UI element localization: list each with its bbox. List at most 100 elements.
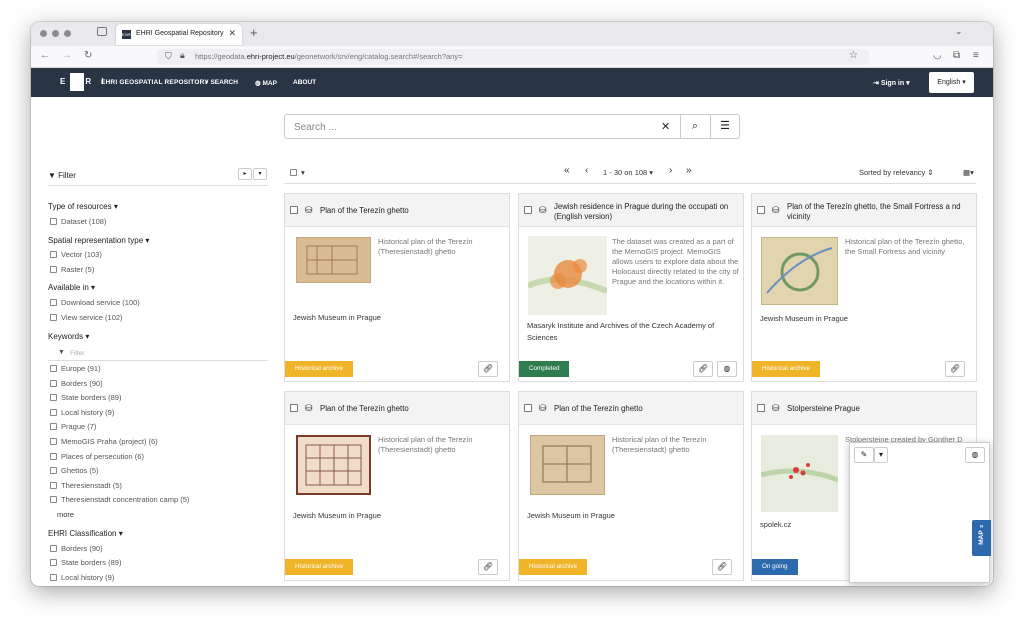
filter-option[interactable]: State borders (89) xyxy=(50,393,121,402)
filter-option[interactable]: MemoGIS Praha (project) (6) xyxy=(50,437,158,446)
checkbox[interactable] xyxy=(50,394,57,401)
checkbox[interactable] xyxy=(50,467,57,474)
checkbox[interactable] xyxy=(50,438,57,445)
card-thumbnail[interactable] xyxy=(296,237,371,283)
close-window-dot[interactable] xyxy=(40,30,47,37)
browser-tab[interactable]: EHRI EHRI Geospatial Repository ✕ xyxy=(116,24,242,45)
filter-option[interactable]: Borders (90) xyxy=(50,379,103,388)
address-bar[interactable]: ⛉ 🔒︎ https://geodata.ehri-project.eu/geo… xyxy=(157,49,869,65)
card-checkbox[interactable] xyxy=(757,404,765,412)
filter-option[interactable]: Places of persecution (6) xyxy=(50,452,144,461)
checkbox[interactable] xyxy=(50,380,57,387)
extensions-icon[interactable]: ⧉ xyxy=(953,50,960,61)
menu-icon[interactable]: ≡ xyxy=(973,50,979,61)
edit-pencil-icon[interactable]: ✎ xyxy=(854,447,874,463)
card-thumbnail[interactable] xyxy=(530,435,605,495)
filter-dropdown-button[interactable]: ▾ xyxy=(253,168,267,180)
checkbox[interactable] xyxy=(50,545,57,552)
tab-overview-icon[interactable] xyxy=(97,27,107,36)
checkbox[interactable] xyxy=(50,574,57,581)
result-card[interactable]: ⛁ Plan of the Terezín ghetto Historical … xyxy=(284,193,510,382)
globe-icon[interactable]: ◍ xyxy=(965,447,985,463)
advanced-search-button[interactable]: ☰ xyxy=(710,115,739,138)
close-tab-icon[interactable]: ✕ xyxy=(228,28,236,39)
new-tab-icon[interactable]: + xyxy=(250,25,258,40)
card-checkbox[interactable] xyxy=(290,206,298,214)
bookmark-star-icon[interactable]: ☆ xyxy=(849,50,858,61)
sort-dropdown[interactable]: Sorted by relevancy ⇕ xyxy=(859,168,934,177)
pagination-dropdown[interactable]: 1 - 30 on 108 ▾ xyxy=(603,168,653,177)
checkbox[interactable] xyxy=(50,266,57,273)
filter-option[interactable]: View service (102) xyxy=(50,313,123,322)
filter-option[interactable]: Ghettos (5) xyxy=(50,466,99,475)
section-ehri-classification[interactable]: EHRI Classification ▾ xyxy=(48,529,123,538)
result-card[interactable]: ⛁ Jewish residence in Prague during the … xyxy=(518,193,744,382)
section-type-of-resources[interactable]: Type of resources ▾ xyxy=(48,202,118,211)
filter-option[interactable]: State borders (89) xyxy=(50,558,121,567)
search-button[interactable]: ⌕ xyxy=(680,115,709,138)
filter-option[interactable]: Europe (91) xyxy=(50,364,101,373)
checkbox[interactable] xyxy=(50,453,57,460)
filter-option[interactable]: Prague (7) xyxy=(50,422,96,431)
checkbox[interactable] xyxy=(290,169,297,176)
result-card[interactable]: ⛁ Plan of the Terezín ghetto Historical … xyxy=(518,391,744,581)
tab-list-chevron-icon[interactable]: ⌄ xyxy=(955,26,963,37)
filter-play-button[interactable]: ▸ xyxy=(238,168,252,180)
sign-in-link[interactable]: ⇥ Sign in ▾ xyxy=(873,79,910,87)
section-keywords[interactable]: Keywords ▾ xyxy=(48,332,89,341)
filter-option[interactable]: Theresienstadt (5) xyxy=(50,481,122,490)
more-keywords-link[interactable]: more xyxy=(57,510,74,519)
grid-view-icon[interactable]: ▦▾ xyxy=(963,168,974,177)
card-thumbnail[interactable] xyxy=(761,237,838,305)
card-checkbox[interactable] xyxy=(757,206,765,214)
card-checkbox[interactable] xyxy=(524,404,532,412)
clear-search-icon[interactable]: ✕ xyxy=(661,120,670,133)
checkbox[interactable] xyxy=(50,365,57,372)
card-thumbnail[interactable] xyxy=(296,435,371,495)
checkbox[interactable] xyxy=(50,251,57,258)
next-page-icon[interactable]: › xyxy=(669,165,672,176)
nav-about-link[interactable]: ABOUT xyxy=(293,79,316,86)
card-title[interactable]: Plan of the Terezín ghetto, the Small Fo… xyxy=(787,202,972,222)
select-all-dropdown[interactable]: ▾ xyxy=(290,168,305,177)
link-icon[interactable]: 🔗︎ xyxy=(945,361,965,377)
search-input[interactable]: Search ... xyxy=(294,122,337,133)
nav-search-link[interactable]: ⌕ SEARCH xyxy=(205,79,238,87)
checkbox[interactable] xyxy=(50,314,57,321)
edit-dropdown-button[interactable]: ▾ xyxy=(874,447,888,463)
card-checkbox[interactable] xyxy=(524,206,532,214)
brand-title[interactable]: EHRI GEOSPATIAL REPOSITORY xyxy=(101,79,209,86)
link-icon[interactable]: 🔗︎ xyxy=(478,361,498,377)
section-spatial-representation[interactable]: Spatial representation type ▾ xyxy=(48,236,149,245)
reload-icon[interactable]: ↻ xyxy=(84,50,92,61)
shield-icon[interactable]: ⛉ xyxy=(165,51,172,62)
nav-map-link[interactable]: ◍ MAP xyxy=(255,79,277,87)
card-title[interactable]: Jewish residence in Prague during the oc… xyxy=(554,202,739,222)
card-title[interactable]: Plan of the Terezín ghetto xyxy=(320,206,505,216)
checkbox[interactable] xyxy=(50,496,57,503)
link-icon[interactable]: 🔗︎ xyxy=(478,559,498,575)
card-checkbox[interactable] xyxy=(290,404,298,412)
filter-option[interactable]: Borders (90) xyxy=(50,544,103,553)
filter-option[interactable]: Local history (9) xyxy=(50,408,114,417)
last-page-icon[interactable]: » xyxy=(686,165,692,176)
filter-option[interactable]: Vector (103) xyxy=(50,250,102,259)
checkbox[interactable] xyxy=(50,409,57,416)
forward-icon[interactable]: → xyxy=(62,50,72,61)
prev-page-icon[interactable]: ‹ xyxy=(585,165,588,176)
link-icon[interactable]: 🔗︎ xyxy=(712,559,732,575)
link-icon[interactable]: 🔗︎ xyxy=(693,361,713,377)
card-title[interactable]: Plan of the Terezín ghetto xyxy=(554,404,739,414)
filter-option[interactable]: Raster (5) xyxy=(50,265,94,274)
pocket-icon[interactable]: ◡ xyxy=(933,50,942,61)
checkbox[interactable] xyxy=(50,423,57,430)
checkbox[interactable] xyxy=(50,299,57,306)
globe-icon[interactable]: ◍ xyxy=(717,361,737,377)
keyword-filter-input[interactable]: ▼ Filter xyxy=(48,347,268,361)
language-select[interactable]: English ▾ xyxy=(929,72,974,93)
filter-option[interactable]: Download service (100) xyxy=(50,298,140,307)
filter-option[interactable]: Local history (9) xyxy=(50,573,114,582)
filter-option[interactable]: Theresienstadt concentration camp (5) xyxy=(50,495,189,504)
first-page-icon[interactable]: « xyxy=(564,165,570,176)
result-card[interactable]: ⛁ Plan of the Terezín ghetto, the Small … xyxy=(751,193,977,382)
